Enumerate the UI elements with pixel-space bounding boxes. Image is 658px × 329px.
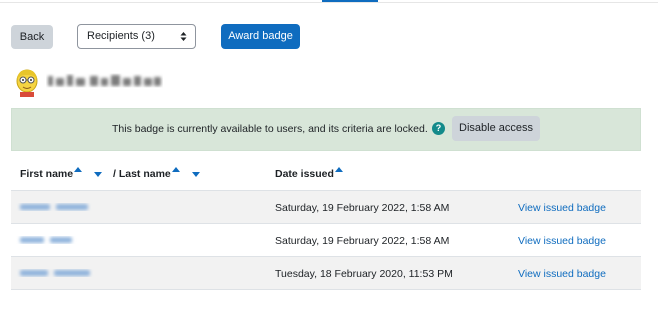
last-name-label[interactable]: / Last name xyxy=(113,168,171,180)
notice-text: This badge is currently available to use… xyxy=(112,123,428,135)
date-issued-value: Tuesday, 18 February 2020, 11:53 PM xyxy=(275,268,453,280)
award-badge-button[interactable]: Award badge xyxy=(221,24,300,49)
date-issued-value: Saturday, 19 February 2022, 1:58 AM xyxy=(275,202,450,214)
first-name-label[interactable]: First name xyxy=(20,168,73,180)
recipients-select-value: Recipients (3) xyxy=(87,30,155,42)
column-header-date-issued[interactable]: Date issued xyxy=(275,167,343,180)
sort-descending-icon[interactable] xyxy=(94,172,102,177)
question-circle-icon[interactable]: ? xyxy=(432,122,445,135)
column-header-last-name[interactable]: / Last name xyxy=(113,167,180,180)
sort-ascending-icon[interactable] xyxy=(74,167,83,172)
column-header-first-name[interactable]: First name xyxy=(20,167,83,180)
recipient-name-link-blurred[interactable] xyxy=(16,266,146,280)
sort-ascending-icon[interactable] xyxy=(171,167,180,172)
table-row: Tuesday, 18 February 2020, 11:53 PM View… xyxy=(11,257,641,290)
view-issued-badge-link[interactable]: View issued badge xyxy=(518,235,606,247)
disable-access-button[interactable]: Disable access xyxy=(452,116,540,141)
date-issued-label[interactable]: Date issued xyxy=(275,168,334,180)
select-arrows-icon xyxy=(180,32,187,41)
top-divider xyxy=(0,2,658,3)
sort-ascending-icon[interactable] xyxy=(334,167,343,172)
sort-descending-icon[interactable] xyxy=(192,172,200,177)
table-row: Saturday, 19 February 2022, 1:58 AM View… xyxy=(11,191,641,224)
badge-image xyxy=(16,69,38,97)
table-row: Saturday, 19 February 2022, 1:58 AM View… xyxy=(11,224,641,257)
recipient-name-blurred xyxy=(48,75,161,86)
view-issued-badge-link[interactable]: View issued badge xyxy=(518,202,606,214)
recipient-name-link-blurred[interactable] xyxy=(16,200,146,214)
recipient-name-link-blurred[interactable] xyxy=(16,233,146,247)
recipients-select[interactable]: Recipients (3) xyxy=(77,24,196,49)
badge-status-notice: This badge is currently available to use… xyxy=(11,108,641,151)
view-issued-badge-link[interactable]: View issued badge xyxy=(518,268,606,280)
date-issued-value: Saturday, 19 February 2022, 1:58 AM xyxy=(275,235,450,247)
back-button[interactable]: Back xyxy=(11,25,53,49)
